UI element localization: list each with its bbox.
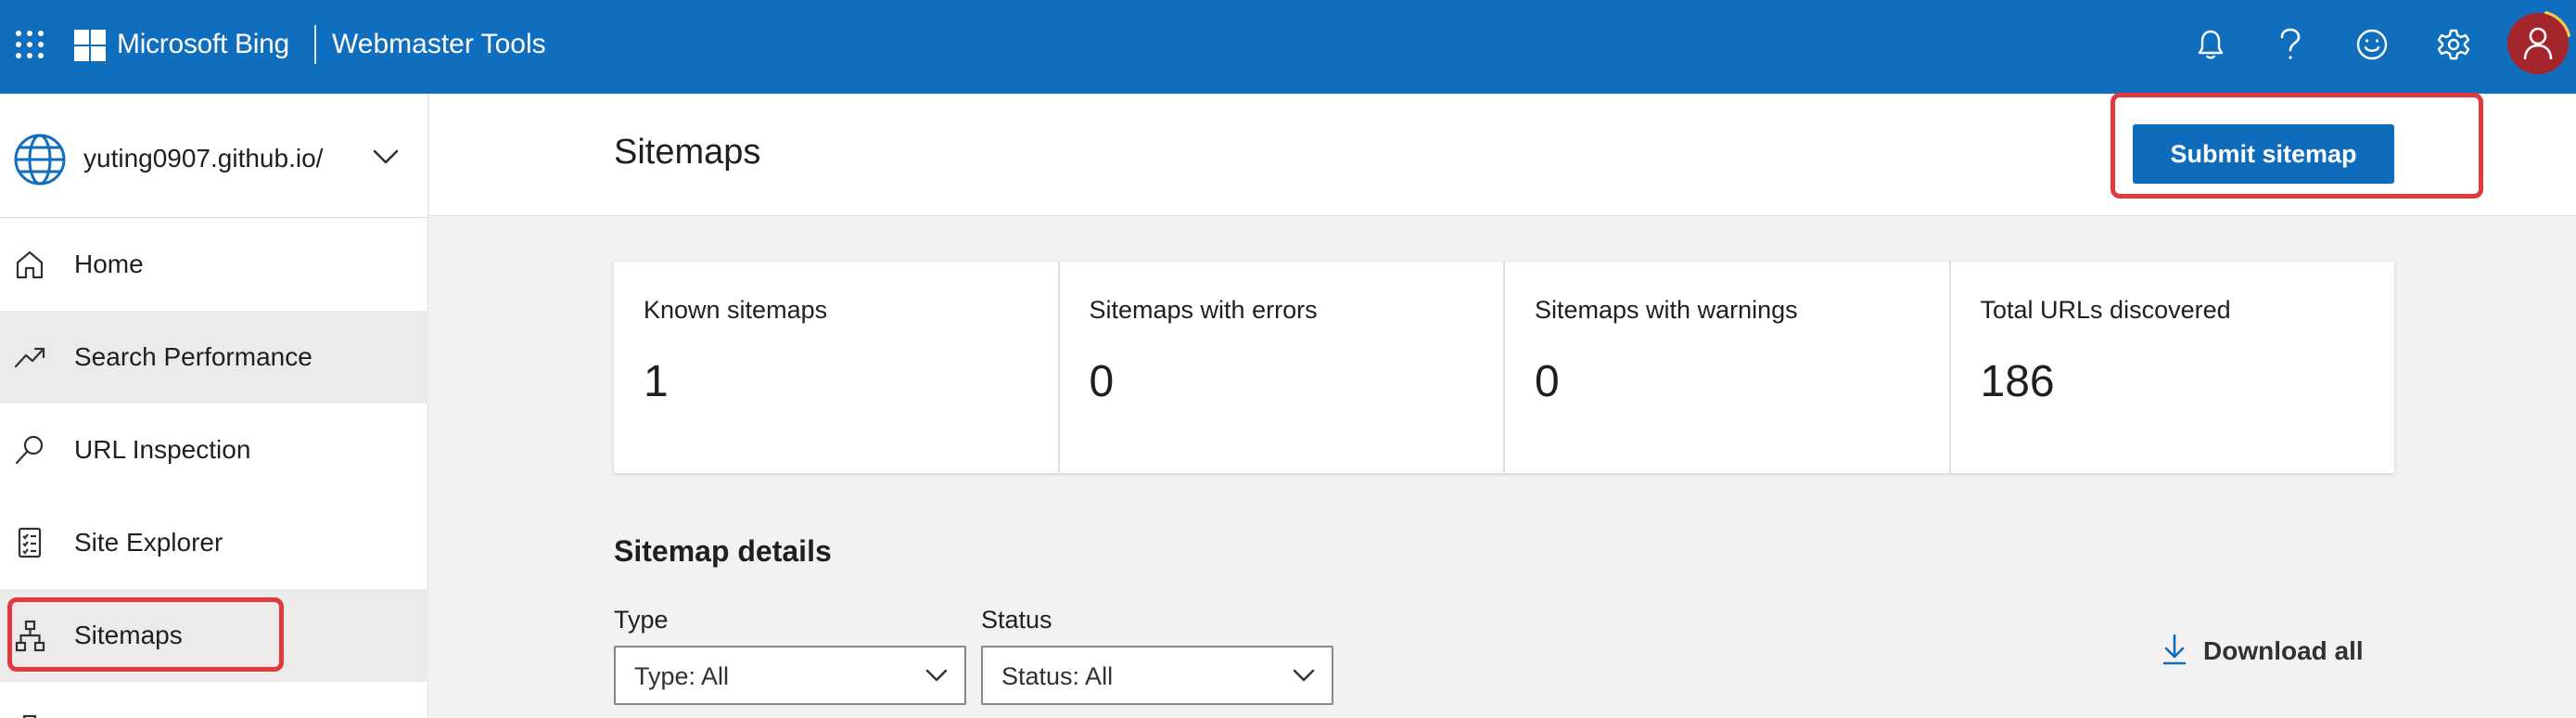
sidebar-item-search-performance[interactable]: Search Performance <box>0 311 428 404</box>
stat-value: 186 <box>1980 357 2055 406</box>
sitemap-stats-card: Known sitemaps 1 Sitemaps with errors 0 … <box>614 262 2394 473</box>
stat-label: Sitemaps with errors <box>1089 296 1318 324</box>
stat-value: 1 <box>644 357 669 406</box>
user-avatar-icon[interactable] <box>2507 13 2569 74</box>
sidebar-item-sitemaps[interactable]: Sitemaps <box>0 589 428 682</box>
status-filter-dropdown[interactable]: Status: All <box>981 646 1333 705</box>
stat-label: Sitemaps with warnings <box>1535 296 1798 324</box>
sidebar-item-label: Site Explorer <box>74 528 223 557</box>
home-icon <box>13 248 46 281</box>
trend-up-icon <box>13 340 46 374</box>
chevron-down-icon <box>924 666 950 685</box>
download-icon <box>2161 633 2188 671</box>
chevron-down-icon <box>1291 666 1317 685</box>
download-all-button[interactable]: Download all <box>2161 631 2364 672</box>
type-filter-dropdown[interactable]: Type: All <box>614 646 966 705</box>
stat-label: Known sitemaps <box>644 296 828 324</box>
globe-icon <box>13 133 67 186</box>
sitemap-icon <box>13 619 46 652</box>
site-name: yuting0907.github.io/ <box>83 144 324 173</box>
status-filter-label: Status <box>981 606 1052 634</box>
checklist-icon <box>13 526 46 559</box>
chevron-down-icon[interactable] <box>369 146 402 168</box>
help-icon[interactable] <box>2270 24 2311 65</box>
stat-value: 0 <box>1089 357 1115 406</box>
sidebar-item-label: Sitemaps <box>74 621 183 649</box>
sidebar-item-home[interactable]: Home <box>0 218 428 311</box>
page-title: Sitemaps <box>614 133 761 172</box>
sidebar-item-site-explorer[interactable]: Site Explorer <box>0 496 428 589</box>
status-filter-value: Status: All <box>1001 662 1114 690</box>
sidebar: yuting0907.github.io/ Home Search Perfor… <box>0 94 428 718</box>
stat-sitemaps-with-warnings: Sitemaps with warnings 0 <box>1505 262 1951 473</box>
stat-known-sitemaps: Known sitemaps 1 <box>614 262 1060 473</box>
download-all-label: Download all <box>2203 636 2364 665</box>
apps-waffle-icon[interactable] <box>13 28 46 61</box>
brand-divider <box>314 25 316 64</box>
product-name[interactable]: Webmaster Tools <box>332 26 546 63</box>
feedback-smiley-icon[interactable] <box>2352 24 2392 65</box>
stat-value: 0 <box>1535 357 1560 406</box>
stat-sitemaps-with-errors: Sitemaps with errors 0 <box>1060 262 1505 473</box>
stat-total-urls-discovered: Total URLs discovered 186 <box>1951 262 2395 473</box>
search-icon <box>13 433 46 467</box>
sidebar-item-url-inspection[interactable]: URL Inspection <box>0 404 428 496</box>
top-bar: Microsoft Bing Webmaster Tools <box>0 0 2576 94</box>
submit-sitemap-button[interactable]: Submit sitemap <box>2133 124 2394 184</box>
stat-label: Total URLs discovered <box>1980 296 2231 324</box>
type-filter-value: Type: All <box>634 662 730 690</box>
site-selector[interactable]: yuting0907.github.io/ <box>0 94 428 218</box>
sidebar-item-label: Home <box>74 250 144 278</box>
type-filter-label: Type <box>614 606 669 634</box>
notifications-bell-icon[interactable] <box>2190 24 2231 65</box>
brand-name[interactable]: Microsoft Bing <box>117 26 289 63</box>
sidebar-item-label: Search Performance <box>74 342 312 371</box>
next-nav-item-icon-partial <box>13 710 46 718</box>
settings-gear-icon[interactable] <box>2433 24 2474 65</box>
sitemap-details-title: Sitemap details <box>614 534 832 568</box>
microsoft-logo-icon <box>74 30 106 61</box>
sidebar-item-label: URL Inspection <box>74 435 251 464</box>
